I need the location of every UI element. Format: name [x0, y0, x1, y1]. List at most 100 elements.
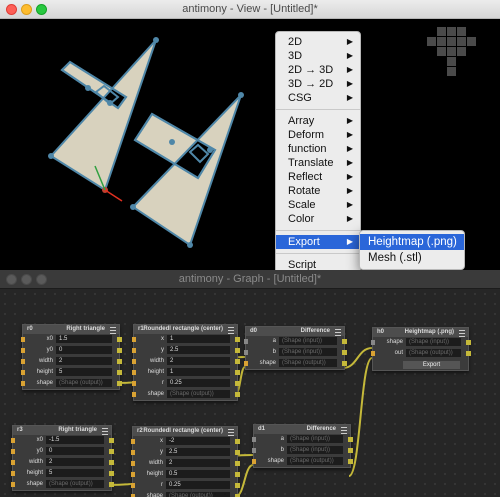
field-value[interactable]: (Shape (output)) — [166, 492, 230, 497]
menu-item-scale[interactable]: Scale ▶ — [276, 198, 360, 212]
menu-icon[interactable] — [341, 427, 347, 434]
input-port[interactable] — [244, 339, 248, 344]
menu-icon[interactable] — [335, 329, 341, 336]
field-value[interactable]: (Shape (output)) — [56, 379, 112, 387]
export-submenu[interactable]: Heightmap (.png) Mesh (.stl) — [359, 230, 465, 270]
menu-item-3d-2d[interactable]: 3D → 2D ▶ — [276, 77, 360, 91]
input-port[interactable] — [132, 337, 136, 342]
handle-point[interactable] — [187, 242, 193, 248]
input-port[interactable] — [252, 459, 256, 464]
node-header[interactable]: h0 Heightmap (.png) — [373, 328, 468, 337]
input-port[interactable] — [371, 340, 375, 345]
field-value[interactable]: (Shape (output)) — [46, 480, 104, 488]
field-value[interactable]: (Shape (input)) — [406, 338, 461, 346]
field-value[interactable]: 1 — [167, 368, 230, 376]
field-value[interactable]: (Shape (input)) — [279, 348, 337, 356]
view-orientation-widget[interactable] — [427, 27, 476, 76]
view-titlebar[interactable]: antimony - View - [Untitled]* — [0, 0, 500, 19]
minimize-button[interactable] — [21, 4, 32, 15]
output-port[interactable] — [348, 437, 353, 442]
field-value[interactable]: 2 — [56, 357, 112, 365]
field-value[interactable]: 0.25 — [166, 481, 230, 489]
field-value[interactable]: 0 — [56, 346, 112, 354]
node-r1[interactable]: r1 Roundedl rectangle (center) x 1 y 2.5 width… — [132, 324, 240, 401]
node-header[interactable]: r3 Right triangle — [13, 426, 111, 435]
output-port[interactable] — [117, 370, 122, 375]
connection-wire[interactable] — [235, 464, 254, 497]
input-port[interactable] — [11, 449, 15, 454]
output-port[interactable] — [235, 348, 240, 353]
menu-item-2d-3d[interactable]: 2D → 3D ▶ — [276, 63, 360, 77]
output-port[interactable] — [342, 361, 347, 366]
close-button[interactable] — [6, 274, 17, 285]
input-port[interactable] — [132, 348, 136, 353]
field-value[interactable]: (Shape (input)) — [287, 435, 343, 443]
left-triangle[interactable] — [49, 39, 157, 192]
input-port[interactable] — [21, 381, 25, 386]
field-value[interactable]: (Shape (input)) — [287, 446, 343, 454]
output-port[interactable] — [109, 471, 114, 476]
field-value[interactable]: 0.25 — [167, 379, 230, 387]
input-port[interactable] — [131, 472, 135, 477]
input-port[interactable] — [132, 359, 136, 364]
menu-item-translate[interactable]: Translate ▶ — [276, 156, 360, 170]
menu-icon[interactable] — [102, 428, 108, 435]
node-d0[interactable]: d0 Difference a (Shape (input)) b (Shape (inp… — [244, 326, 347, 370]
input-port[interactable] — [244, 350, 248, 355]
handle-point[interactable] — [85, 85, 91, 91]
menu-icon[interactable] — [110, 327, 116, 334]
input-port[interactable] — [21, 337, 25, 342]
input-port[interactable] — [11, 438, 15, 443]
handle-point[interactable] — [169, 139, 175, 145]
field-value[interactable]: 2 — [167, 357, 230, 365]
field-value[interactable]: -2 — [166, 437, 230, 445]
output-port[interactable] — [342, 339, 347, 344]
node-d1[interactable]: d1 Difference a (Shape (input)) b (Shape (inp… — [252, 424, 353, 468]
minimize-button[interactable] — [21, 274, 32, 285]
field-value[interactable]: 1 — [167, 335, 230, 343]
export-button[interactable]: Export — [403, 361, 460, 369]
output-port[interactable] — [109, 460, 114, 465]
menu-item-array[interactable]: Array ▶ — [276, 114, 360, 128]
field-value[interactable]: (Shape (output)) — [287, 457, 343, 465]
output-port[interactable] — [117, 348, 122, 353]
output-port[interactable] — [235, 461, 240, 466]
output-port[interactable] — [235, 392, 240, 397]
input-port[interactable] — [244, 361, 248, 366]
menu-item-csg[interactable]: CSG ▶ — [276, 91, 360, 105]
field-value[interactable]: 5 — [46, 469, 104, 477]
node-header[interactable]: r0 Right triangle — [23, 325, 119, 334]
output-port[interactable] — [466, 351, 471, 356]
field-value[interactable]: 2.5 — [167, 346, 230, 354]
handle-point[interactable] — [238, 92, 244, 98]
input-port[interactable] — [11, 460, 15, 465]
left-shape[interactable] — [48, 37, 159, 202]
field-value[interactable]: 0 — [46, 447, 104, 455]
field-value[interactable]: 0.5 — [166, 470, 230, 478]
output-port[interactable] — [117, 337, 122, 342]
menu-item-reflect[interactable]: Reflect ▶ — [276, 170, 360, 184]
output-port[interactable] — [109, 449, 114, 454]
output-port[interactable] — [348, 459, 353, 464]
handle-point[interactable] — [107, 100, 113, 106]
menu-item-export[interactable]: Export ▶ — [276, 235, 360, 249]
output-port[interactable] — [117, 381, 122, 386]
zoom-button[interactable] — [36, 4, 47, 15]
handle-point[interactable] — [153, 37, 159, 43]
field-value[interactable]: 5 — [56, 368, 112, 376]
output-port[interactable] — [235, 337, 240, 342]
menu-item-2d[interactable]: 2D ▶ — [276, 35, 360, 49]
output-port[interactable] — [109, 438, 114, 443]
output-port[interactable] — [235, 483, 240, 488]
input-port[interactable] — [21, 370, 25, 375]
handle-point[interactable] — [130, 204, 136, 210]
node-header[interactable]: r2 Roundedl rectangle (center) — [133, 427, 237, 436]
output-port[interactable] — [235, 472, 240, 477]
handle-point[interactable] — [48, 153, 54, 159]
field-value[interactable]: -1.5 — [46, 436, 104, 444]
output-port[interactable] — [348, 448, 353, 453]
node-r0[interactable]: r0 Right triangle x0 1.5 y0 0 width 2 height 5 sha… — [21, 324, 122, 390]
export-item-mesh-stl[interactable]: Mesh (.stl) — [360, 250, 464, 266]
input-port[interactable] — [21, 359, 25, 364]
input-port[interactable] — [21, 348, 25, 353]
